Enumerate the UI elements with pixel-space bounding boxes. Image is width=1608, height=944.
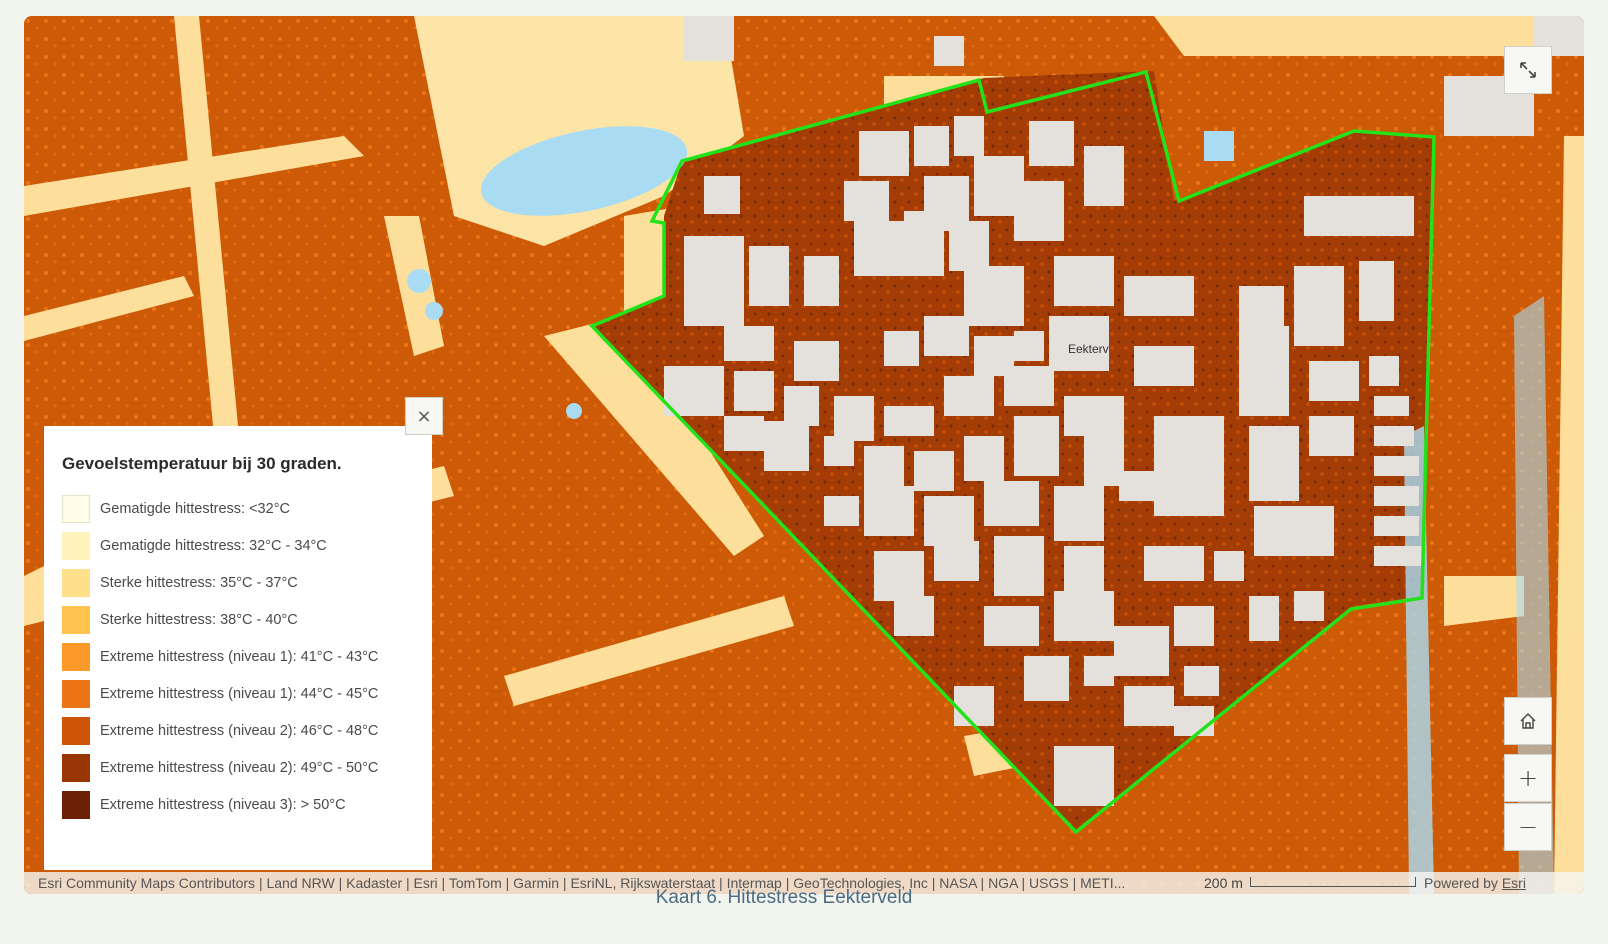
legend-panel: Gevoelstemperatuur bij 30 graden. Gemati…: [44, 426, 432, 870]
legend-item-label: Sterke hittestress: 38°C - 40°C: [100, 611, 298, 628]
legend-item: Extreme hittestress (niveau 1): 41°C - 4…: [62, 638, 414, 675]
legend-item: Sterke hittestress: 38°C - 40°C: [62, 601, 414, 638]
zoom-in-button[interactable]: +: [1504, 754, 1552, 802]
minus-icon: −: [1517, 813, 1539, 841]
legend-item: Extreme hittestress (niveau 2): 49°C - 5…: [62, 749, 414, 786]
map-caption: Kaart 6. Hittestress Eekterveld: [655, 887, 913, 908]
place-label-eekterveld: Eekterv: [1068, 342, 1109, 356]
legend-item: Gematigde hittestress: 32°C - 34°C: [62, 527, 414, 564]
legend-swatch: [62, 494, 90, 523]
home-icon: [1520, 713, 1536, 729]
legend-close-button[interactable]: ×: [405, 397, 443, 435]
legend-item-label: Extreme hittestress (niveau 2): 49°C - 5…: [100, 759, 379, 776]
map-view[interactable]: Eekterv + − Gevoelstemperatuur bij 30 gr…: [24, 16, 1584, 894]
legend-item-label: Extreme hittestress (niveau 3): > 50°C: [100, 796, 346, 813]
legend-item-label: Gematigde hittestress: 32°C - 34°C: [100, 537, 327, 554]
legend-swatch: [62, 753, 90, 782]
home-button[interactable]: [1504, 697, 1552, 745]
legend-item-label: Extreme hittestress (niveau 2): 46°C - 4…: [100, 722, 379, 739]
expand-button[interactable]: [1504, 46, 1552, 94]
legend-swatch: [62, 790, 90, 819]
scale-bar: [1250, 877, 1416, 887]
legend-swatch: [62, 568, 90, 597]
legend-swatch: [62, 531, 90, 560]
zoom-out-button[interactable]: −: [1504, 803, 1552, 851]
legend-swatch: [62, 716, 90, 745]
legend-item-label: Extreme hittestress (niveau 1): 44°C - 4…: [100, 685, 379, 702]
legend-swatch: [62, 679, 90, 708]
legend-item: Sterke hittestress: 35°C - 37°C: [62, 564, 414, 601]
plus-icon: +: [1517, 764, 1539, 792]
legend-title: Gevoelstemperatuur bij 30 graden.: [62, 454, 342, 473]
expand-icon: [1520, 62, 1536, 78]
legend-item: Extreme hittestress (niveau 1): 44°C - 4…: [62, 675, 414, 712]
legend-item-label: Gematigde hittestress: <32°C: [100, 500, 290, 517]
legend-item: Extreme hittestress (niveau 3): > 50°C: [62, 786, 414, 823]
legend-item: Extreme hittestress (niveau 2): 46°C - 4…: [62, 712, 414, 749]
legend-swatch: [62, 642, 90, 671]
legend-item-label: Extreme hittestress (niveau 1): 41°C - 4…: [100, 648, 379, 665]
legend-item-label: Sterke hittestress: 35°C - 37°C: [100, 574, 298, 591]
legend-item: Gematigde hittestress: <32°C: [62, 490, 414, 527]
close-icon: ×: [416, 405, 432, 427]
legend-swatch: [62, 605, 90, 634]
